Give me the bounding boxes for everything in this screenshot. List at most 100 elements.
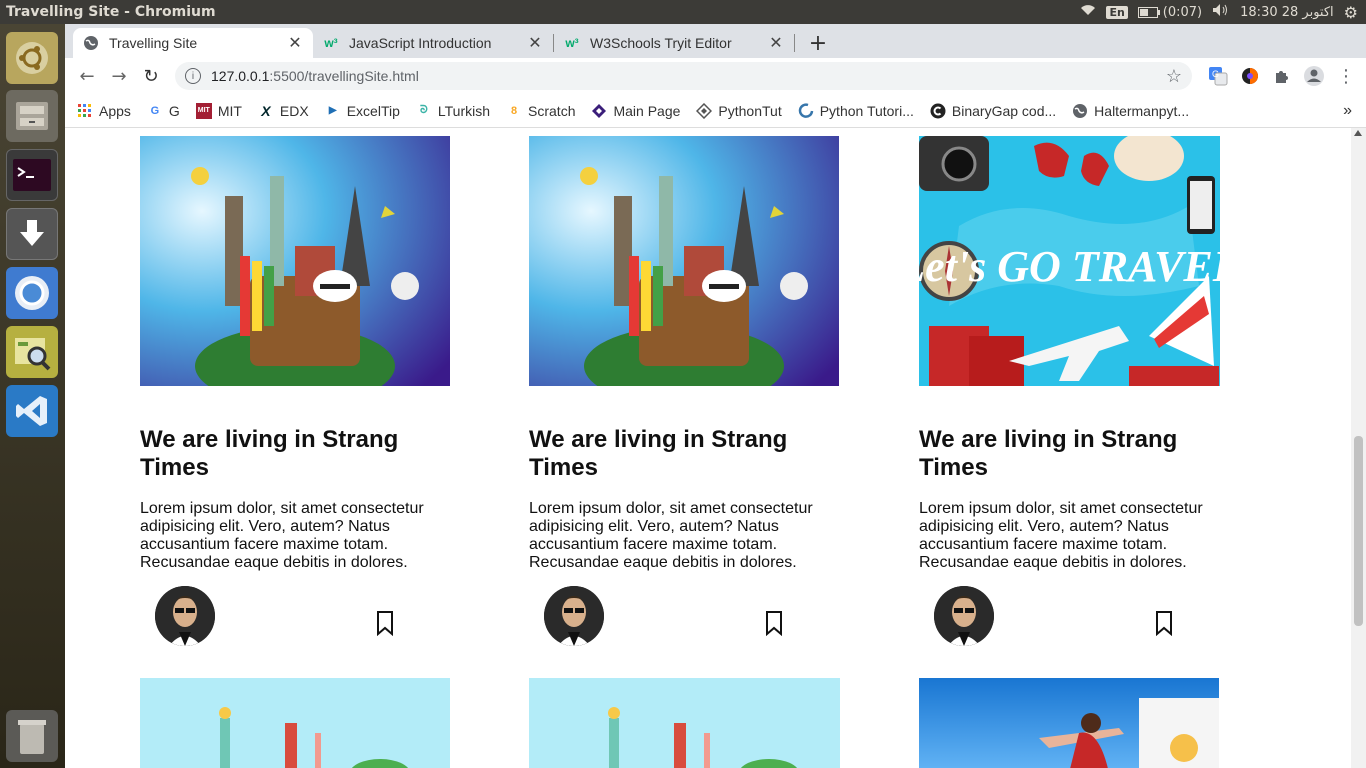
files-icon[interactable]	[6, 90, 58, 142]
address-bar[interactable]: i 127.0.0.1 :5500/travellingSite.html ☆	[175, 62, 1192, 90]
w3schools-icon: w³	[565, 36, 579, 50]
chromium-icon[interactable]	[6, 267, 58, 319]
scrollbar-thumb[interactable]	[1354, 436, 1363, 626]
bookmark-label: LTurkish	[437, 102, 491, 119]
python-tutorial-icon	[798, 102, 814, 119]
star-icon[interactable]: ☆	[1166, 66, 1182, 87]
keyboard-layout-indicator[interactable]: En	[1106, 5, 1128, 19]
bookmark-g[interactable]: G G	[147, 103, 180, 119]
bookmark-python-tutorial[interactable]: Python Tutori...	[798, 103, 914, 119]
avatar	[155, 586, 215, 646]
pythontut-icon	[696, 102, 713, 119]
article-card: Let's GO TRAVEL We are living in Strang …	[919, 136, 1229, 654]
image-viewer-icon[interactable]	[6, 326, 58, 378]
close-icon[interactable]: ✕	[768, 33, 784, 53]
bookmark-pythontut[interactable]: PythonTut	[696, 102, 782, 119]
forward-button[interactable]: →	[105, 62, 133, 90]
wifi-icon[interactable]	[1080, 4, 1096, 20]
menu-icon[interactable]: ⋮	[1334, 64, 1358, 88]
bookmark-label: Scratch	[528, 102, 576, 119]
bookmark-icon[interactable]	[376, 610, 394, 640]
clock[interactable]: 18:30 28 اکتوبر	[1240, 5, 1334, 20]
ubuntu-dash-icon[interactable]	[6, 32, 58, 84]
card-text: Lorem ipsum dolor, sit amet consectetur …	[529, 500, 813, 571]
card-title: We are living in Strang Times	[919, 426, 1178, 481]
mainpage-icon	[591, 103, 607, 119]
profile-icon[interactable]	[1302, 64, 1326, 88]
new-tab-button[interactable]: +	[803, 28, 833, 58]
extension-icon[interactable]	[1238, 64, 1262, 88]
apps-grid-icon	[77, 103, 93, 119]
ubuntu-launcher	[0, 24, 65, 768]
trash-icon[interactable]	[6, 710, 58, 762]
bookmark-label: ExcelTip	[346, 102, 400, 119]
bookmark-exceltip[interactable]: ▶ ExcelTip	[325, 103, 400, 119]
page-viewport: We are living in Strang Times Lorem ipsu…	[65, 128, 1366, 768]
w3schools-icon: w³	[324, 36, 338, 50]
card-text: Lorem ipsum dolor, sit amet consectetur …	[140, 500, 424, 571]
window-title: Travelling Site - Chromium	[6, 4, 216, 20]
google-icon: G	[150, 104, 160, 117]
card-footer	[140, 584, 450, 654]
article-card: We are living in Strang Times Lorem ipsu…	[529, 136, 839, 654]
gear-icon[interactable]: ⚙	[1344, 3, 1358, 22]
bookmark-main-page[interactable]: Main Page	[591, 103, 680, 119]
battery-icon	[1137, 6, 1160, 18]
system-tray: En (0:07) 18:30 28 اکتوبر ⚙	[1080, 3, 1366, 22]
tab-label: Travelling Site	[109, 35, 198, 51]
url-host: 127.0.0.1	[211, 68, 270, 84]
bookmark-label: BinaryGap cod...	[951, 102, 1057, 119]
globe-icon	[83, 35, 99, 51]
vscode-icon[interactable]	[6, 385, 58, 437]
bookmark-lturkish[interactable]: ᘐ LTurkish	[416, 103, 490, 119]
tab-label: JavaScript Introduction	[349, 35, 492, 51]
card-image-world-landmarks	[140, 136, 450, 386]
card-title: We are living in Strang Times	[529, 426, 788, 481]
bookmark-label: Main Page	[613, 102, 681, 119]
bookmark-scratch[interactable]: 8 Scratch	[506, 102, 576, 119]
bookmark-icon[interactable]	[765, 610, 783, 640]
bookmark-label: Haltermanpyt...	[1094, 102, 1190, 119]
reload-button[interactable]: ↻	[137, 62, 165, 90]
bookmark-binarygap[interactable]: BinaryGap cod...	[930, 103, 1056, 119]
ubuntu-top-panel: Travelling Site - Chromium En (0:07) 18:…	[0, 0, 1366, 24]
volume-icon[interactable]	[1212, 3, 1230, 21]
google-translate-icon[interactable]: G	[1206, 64, 1230, 88]
back-button[interactable]: ←	[73, 62, 101, 90]
card-image-travel-illustration	[529, 678, 840, 768]
bookmark-edx[interactable]: X EDX	[258, 102, 309, 119]
bookmark-halterman[interactable]: Haltermanpyt...	[1072, 103, 1189, 119]
lturkish-icon: ᘐ	[420, 104, 428, 116]
download-icon[interactable]	[6, 208, 58, 260]
bookmark-label: Apps	[99, 102, 131, 119]
card-image-world-landmarks	[529, 136, 839, 386]
card-footer	[529, 584, 839, 654]
scratch-icon: 8	[510, 104, 518, 117]
bookmark-label: EDX	[279, 102, 309, 119]
vertical-scrollbar[interactable]	[1351, 128, 1366, 768]
card-text: Lorem ipsum dolor, sit amet consectetur …	[919, 500, 1203, 571]
tab-javascript-introduction[interactable]: w³ JavaScript Introduction ✕	[313, 28, 553, 58]
bookmarks-bar: Apps G G MIT MIT X EDX ▶ ExcelTip ᘐ LTur…	[65, 94, 1366, 128]
bookmark-icon[interactable]	[1155, 610, 1173, 640]
close-icon[interactable]: ✕	[527, 33, 543, 53]
card-image-beach-photo	[919, 678, 1219, 768]
tab-separator	[794, 34, 795, 52]
tab-w3schools-tryit[interactable]: w³ W3Schools Tryit Editor ✕	[554, 28, 794, 58]
bookmark-label: Python Tutori...	[819, 102, 914, 119]
avatar	[934, 586, 994, 646]
mit-icon: MIT	[195, 102, 212, 119]
scroll-up-arrow[interactable]	[1354, 130, 1362, 136]
terminal-icon[interactable]	[6, 149, 58, 201]
bookmark-mit[interactable]: MIT MIT	[195, 102, 242, 119]
info-icon[interactable]: i	[185, 68, 201, 84]
bookmarks-overflow-button[interactable]: »	[1343, 102, 1352, 120]
bookmark-apps[interactable]: Apps	[77, 103, 131, 119]
tab-travelling-site[interactable]: Travelling Site ✕	[73, 28, 313, 58]
browser-chrome: Travelling Site ✕ w³ JavaScript Introduc…	[65, 24, 1366, 128]
puzzle-icon[interactable]	[1270, 64, 1294, 88]
card-footer	[919, 584, 1229, 654]
card-title: We are living in Strang Times	[140, 426, 399, 481]
close-icon[interactable]: ✕	[287, 33, 303, 53]
battery-indicator[interactable]: (0:07)	[1137, 5, 1202, 20]
